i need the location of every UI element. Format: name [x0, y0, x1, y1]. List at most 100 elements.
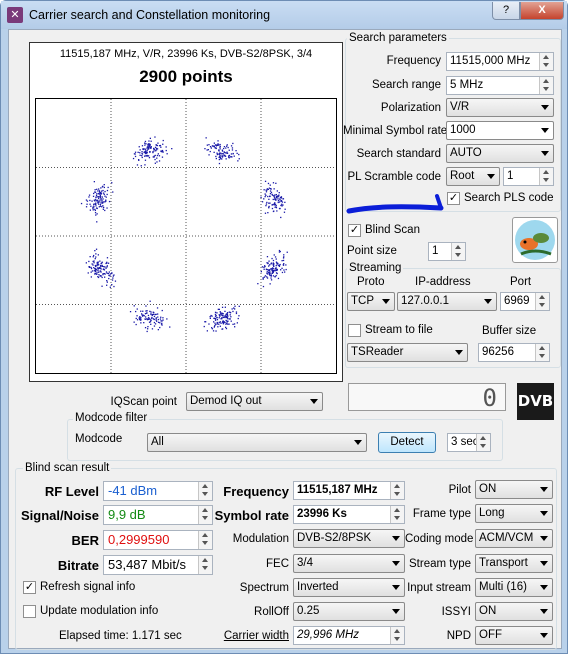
- spin-arrows[interactable]: [539, 77, 553, 94]
- constellation-point: [95, 256, 97, 258]
- coding-mode-select[interactable]: ACM/VCM: [475, 529, 553, 548]
- buffer-size-input[interactable]: 96256: [478, 343, 550, 362]
- title-bar[interactable]: ✕ Carrier search and Constellation monit…: [1, 1, 567, 29]
- ip-select[interactable]: 127.0.0.1: [397, 292, 497, 311]
- constellation-point: [97, 202, 99, 204]
- constellation-point: [136, 164, 139, 166]
- constellation-point: [135, 317, 137, 320]
- spin-arrows[interactable]: [390, 627, 404, 644]
- constellation-point: [95, 200, 97, 202]
- frequency-input[interactable]: 11515,000 MHz: [446, 52, 554, 71]
- constellation-point: [103, 273, 105, 275]
- min-symbol-rate-select[interactable]: 1000: [446, 121, 554, 140]
- constellation-point: [98, 197, 100, 199]
- pl-scramble-value-input[interactable]: 1: [503, 167, 554, 186]
- constellation-point: [268, 187, 271, 189]
- pilot-select[interactable]: ON: [475, 480, 553, 499]
- spin-arrows[interactable]: [390, 482, 404, 499]
- fec-select[interactable]: 3/4: [293, 554, 405, 573]
- constellation-point: [272, 203, 274, 206]
- constellation-point: [273, 195, 275, 197]
- constellation-point: [280, 216, 282, 219]
- frame-type-select[interactable]: Long: [475, 504, 553, 523]
- spin-arrows[interactable]: [535, 293, 549, 310]
- constellation-point: [107, 186, 109, 189]
- constellation-point: [80, 202, 83, 205]
- constellation-point: [214, 313, 217, 315]
- constellation-point: [154, 136, 156, 138]
- constellation-point: [225, 158, 227, 160]
- detect-button[interactable]: Detect: [378, 432, 436, 453]
- constellation-point: [227, 318, 229, 320]
- constellation-point: [97, 199, 99, 201]
- npd-select[interactable]: OFF: [475, 626, 553, 645]
- constellation-point: [283, 263, 285, 265]
- search-range-input[interactable]: 5 MHz: [446, 76, 554, 95]
- spin-arrows[interactable]: [476, 434, 490, 451]
- constellation-point: [162, 143, 164, 145]
- constellation-point: [133, 305, 135, 307]
- carrier-width-label[interactable]: Carrier width: [205, 630, 289, 642]
- interval-input[interactable]: 3 sec: [447, 433, 491, 452]
- blind-scan-checkbox[interactable]: ✓: [348, 224, 361, 237]
- rolloff-label: RollOff: [254, 606, 289, 618]
- constellation-point: [203, 325, 205, 328]
- dropdown-arrow: [541, 128, 549, 133]
- constellation-point: [102, 274, 104, 276]
- constellation-point: [262, 277, 264, 279]
- help-button[interactable]: ?: [492, 2, 520, 20]
- constellation-point: [144, 144, 146, 146]
- pl-scramble-mode-select[interactable]: Root: [446, 167, 500, 186]
- constellation-point: [86, 203, 88, 205]
- proto-select[interactable]: TCP: [347, 292, 395, 311]
- constellation-point: [96, 188, 98, 190]
- constellation-point: [169, 326, 171, 328]
- constellation-point: [268, 207, 270, 209]
- rolloff-select[interactable]: 0.25: [293, 602, 405, 621]
- constellation-point: [96, 265, 98, 267]
- constellation-point: [269, 193, 272, 195]
- app-icon: ✕: [7, 7, 23, 23]
- iqscan-select[interactable]: Demod IQ out: [186, 392, 323, 411]
- spectrum-select[interactable]: Inverted: [293, 578, 405, 597]
- port-input[interactable]: 6969: [500, 292, 550, 311]
- spin-arrows[interactable]: [539, 168, 553, 185]
- modulation-select[interactable]: DVB-S2/8PSK: [293, 529, 405, 548]
- constellation-point: [147, 326, 149, 328]
- constellation-point: [268, 198, 270, 200]
- rf-level-value: -41 dBm: [103, 481, 213, 501]
- constellation-point: [266, 271, 268, 273]
- reader-select[interactable]: TSReader: [347, 343, 468, 362]
- stream-type-select[interactable]: Transport: [475, 554, 553, 573]
- constellation-point: [225, 152, 227, 154]
- dropdown-arrow: [354, 440, 362, 445]
- constellation-point: [107, 272, 109, 275]
- stream-to-file-checkbox[interactable]: [348, 324, 361, 337]
- search-range-label: Search range: [371, 79, 441, 91]
- symbol-rate-value: 23996 Ks: [293, 505, 405, 524]
- refresh-signal-checkbox[interactable]: ✓: [23, 581, 36, 594]
- constellation-point: [95, 196, 97, 198]
- modcode-select[interactable]: All: [147, 433, 367, 452]
- iqscan-label: IQScan point: [110, 396, 177, 408]
- polarization-select[interactable]: V/R: [446, 98, 554, 117]
- update-modulation-checkbox[interactable]: [23, 605, 36, 618]
- constellation-point: [278, 249, 281, 252]
- point-size-input[interactable]: 1: [428, 242, 466, 261]
- spin-arrows[interactable]: [451, 243, 465, 260]
- constellation-point: [144, 142, 146, 144]
- input-stream-select[interactable]: Multi (16): [475, 578, 553, 597]
- constellation-point: [95, 214, 97, 216]
- constellation-point: [263, 189, 265, 191]
- spin-arrows[interactable]: [539, 53, 553, 70]
- constellation-point: [236, 322, 238, 324]
- constellation-point: [270, 275, 272, 277]
- close-button[interactable]: X: [520, 2, 564, 20]
- result-frequency-value: 11515,187 MHz: [293, 481, 405, 500]
- constellation-point: [210, 147, 212, 149]
- search-standard-select[interactable]: AUTO: [446, 144, 554, 163]
- spin-arrows[interactable]: [390, 506, 404, 523]
- constellation-point: [91, 270, 94, 272]
- issyi-select[interactable]: ON: [475, 602, 553, 621]
- spin-arrows[interactable]: [535, 344, 549, 361]
